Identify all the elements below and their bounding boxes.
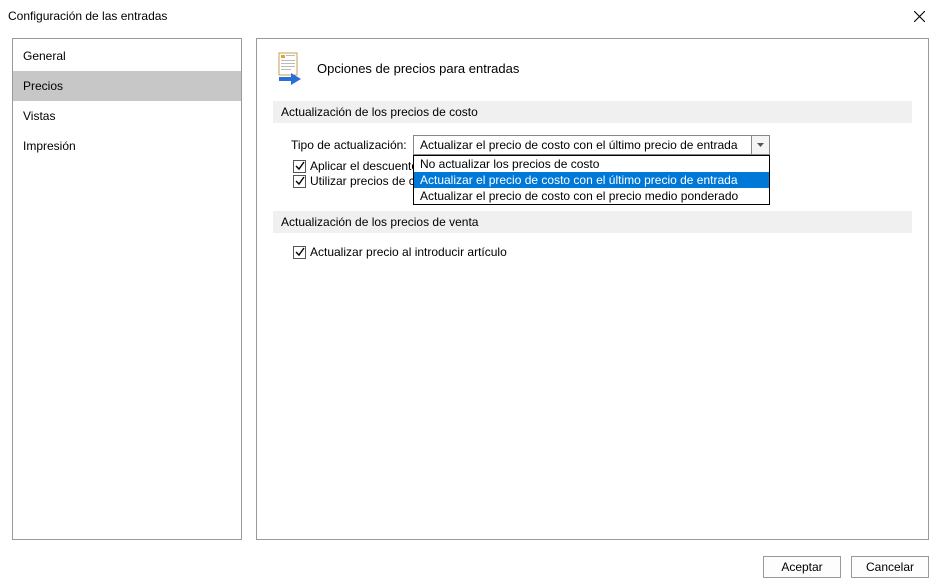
check-icon — [295, 176, 305, 186]
checkbox-aplicar-descuento-label: Aplicar el descuento — [310, 159, 418, 173]
update-type-row: Tipo de actualización: Actualizar el pre… — [273, 135, 912, 155]
checkbox-actualizar-precio-label: Actualizar precio al introducir artículo — [310, 245, 507, 259]
check-icon — [295, 247, 305, 257]
checkbox-actualizar-precio-row: Actualizar precio al introducir artículo — [273, 245, 912, 259]
update-type-dropdown-container: Actualizar el precio de costo con el últ… — [413, 135, 770, 155]
cancel-button[interactable]: Cancelar — [851, 556, 929, 578]
sidebar-item-impresion[interactable]: Impresión — [13, 131, 241, 161]
dropdown-option-medio-ponderado[interactable]: Actualizar el precio de costo con el pre… — [414, 188, 769, 204]
update-type-dropdown-list: No actualizar los precios de costo Actua… — [413, 155, 770, 205]
sidebar: General Precios Vistas Impresión — [12, 38, 242, 540]
check-icon — [295, 161, 305, 171]
dropdown-option-ultimo-precio[interactable]: Actualizar el precio de costo con el últ… — [414, 172, 769, 188]
titlebar: Configuración de las entradas — [0, 0, 941, 32]
accept-button[interactable]: Aceptar — [763, 556, 841, 578]
content-wrap: General Precios Vistas Impresión Opcione… — [0, 32, 941, 548]
page-arrow-icon — [273, 51, 307, 85]
checkbox-utilizar-precios[interactable] — [293, 175, 306, 188]
update-type-dropdown[interactable]: Actualizar el precio de costo con el últ… — [413, 135, 770, 155]
checkbox-aplicar-descuento[interactable] — [293, 160, 306, 173]
main-panel: Opciones de precios para entradas Actual… — [256, 38, 929, 540]
close-icon — [914, 11, 925, 22]
group2-title: Actualización de los precios de venta — [273, 211, 912, 233]
sidebar-item-vistas[interactable]: Vistas — [13, 101, 241, 131]
footer: Aceptar Cancelar — [0, 548, 941, 586]
dropdown-option-no-actualizar[interactable]: No actualizar los precios de costo — [414, 156, 769, 172]
sidebar-item-precios[interactable]: Precios — [13, 71, 241, 101]
update-type-value: Actualizar el precio de costo con el últ… — [414, 138, 751, 152]
chevron-down-icon — [751, 136, 769, 154]
checkbox-actualizar-precio[interactable] — [293, 246, 306, 259]
checkbox-utilizar-precios-label: Utilizar precios de co — [310, 174, 421, 188]
section-header: Opciones de precios para entradas — [273, 51, 912, 85]
update-type-label: Tipo de actualización: — [291, 138, 413, 152]
window-title: Configuración de las entradas — [8, 9, 167, 23]
group1-title: Actualización de los precios de costo — [273, 101, 912, 123]
sidebar-item-general[interactable]: General — [13, 41, 241, 71]
page-title: Opciones de precios para entradas — [317, 61, 519, 76]
close-button[interactable] — [897, 0, 941, 32]
